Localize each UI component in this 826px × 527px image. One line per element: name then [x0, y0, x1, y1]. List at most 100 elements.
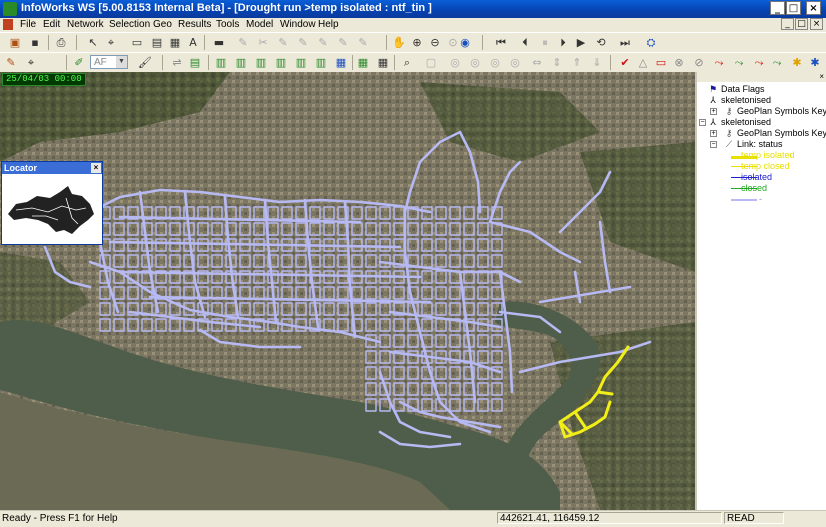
symbol-icon[interactable]: ⤳ [770, 56, 784, 69]
properties-icon[interactable]: ▤ [150, 36, 164, 49]
report-icon[interactable]: ▦ [334, 56, 348, 69]
menu-tools[interactable]: Tools [216, 19, 239, 30]
maximize-button[interactable]: □ [786, 1, 801, 15]
mdi-minimize-button[interactable]: _ [781, 18, 794, 30]
symbol-icon[interactable]: ✱ [790, 56, 804, 69]
pen-icon[interactable]: ✐ [72, 56, 86, 69]
status-mode: READ [727, 513, 755, 524]
tree-item-skeletonised[interactable]: skeletonised [721, 117, 771, 128]
menu-network[interactable]: Network [67, 19, 104, 30]
symbol-icon[interactable]: ✱ [808, 56, 822, 69]
menu-results[interactable]: Results [178, 19, 211, 30]
symbol-icon[interactable]: ⊘ [692, 56, 706, 69]
graph-icon[interactable]: ▥ [314, 56, 328, 69]
pan-hand-icon[interactable]: ✋ [392, 36, 406, 49]
edit-tool-icon: ✎ [278, 36, 288, 49]
grid-view-icon[interactable]: ▦ [376, 56, 390, 69]
menu-geo[interactable]: Geo [153, 19, 172, 30]
save-icon[interactable]: ▪ [28, 36, 42, 49]
menu-edit[interactable]: Edit [43, 19, 60, 30]
symbol-icon[interactable]: ⤳ [752, 56, 766, 69]
locator-window[interactable]: Locator × [1, 161, 103, 245]
zoom-out-icon[interactable]: ⊖ [428, 36, 442, 49]
disabled-icon: ⇕ [552, 56, 562, 69]
mdi-restore-button[interactable]: □ [795, 18, 808, 30]
tree-item-geoplan-symbols-key[interactable]: GeoPlan Symbols Key [737, 128, 826, 139]
panel-header: × [697, 72, 826, 82]
tree-item-geoplan-symbols-key[interactable]: GeoPlan Symbols Key [737, 106, 826, 117]
document-icon[interactable] [3, 19, 13, 30]
step-forward-icon[interactable]: ⏵ [556, 36, 570, 49]
polygon-select-icon[interactable]: ⌖ [104, 36, 118, 49]
geoplan-properties-panel: × ⚑ Data Flags ⅄ skeletonised + ⚷ GeoPla… [695, 72, 826, 510]
edit-tool-icon: ✎ [358, 36, 368, 49]
close-button[interactable]: × [806, 1, 821, 15]
brush-icon[interactable]: 🖌 [138, 56, 152, 69]
node-tool-icon[interactable]: ▤ [188, 56, 202, 69]
graph-icon[interactable]: ▥ [294, 56, 308, 69]
select-arrow-icon[interactable]: ↖ [86, 36, 100, 49]
edit-icon[interactable]: ✎ [4, 56, 18, 69]
legend-swatch-other [731, 199, 757, 201]
menu-file[interactable]: File [20, 19, 36, 30]
status-help-text: Ready - Press F1 for Help [2, 513, 118, 524]
zoom-in-icon[interactable]: ⊕ [410, 36, 424, 49]
tree-item-link-status[interactable]: Link: status [737, 139, 783, 150]
globe-icon[interactable]: ◉ [458, 36, 472, 49]
symbol-icon[interactable]: ⤳ [732, 56, 746, 69]
network-status-icon[interactable]: ⛭ [644, 36, 658, 49]
print-icon[interactable]: ⎙ [54, 36, 68, 49]
symbol-icon[interactable]: ⊗ [672, 56, 686, 69]
key-icon: ⚷ [725, 107, 733, 117]
menu-selection[interactable]: Selection [109, 19, 150, 30]
disabled-icon: ⇑ [572, 56, 582, 69]
geoplan-map[interactable]: 25/04/03 00:00 Locator × [0, 72, 695, 510]
tree-item-data-flags[interactable]: Data Flags [721, 84, 765, 95]
edit-link-icon: ✂ [258, 36, 268, 49]
status-bar: Ready - Press F1 for Help 442621.41, 116… [0, 510, 826, 527]
tree-item-skeletonised[interactable]: skeletonised [721, 95, 771, 106]
menu-window[interactable]: Window [280, 19, 316, 30]
loop-icon[interactable]: ⟲ [594, 36, 608, 49]
link-tool-icon[interactable]: ⇌ [170, 56, 184, 69]
fast-forward-icon[interactable]: ⏭ [618, 36, 632, 49]
text-icon[interactable]: A [186, 36, 200, 49]
label-icon[interactable]: ▭ [130, 36, 144, 49]
measure-icon[interactable]: ▬ [212, 36, 226, 49]
symbol-icon[interactable]: △ [636, 56, 650, 69]
collapse-icon[interactable]: − [699, 119, 706, 126]
pause-icon[interactable]: ⏸ [538, 36, 552, 49]
panel-close-icon[interactable]: × [819, 72, 824, 82]
find-icon[interactable]: ⌕ [400, 56, 414, 69]
menu-help[interactable]: Help [318, 19, 339, 30]
disabled-icon: ◎ [490, 56, 500, 69]
locator-close-button[interactable]: × [91, 163, 101, 173]
map-canvas[interactable] [0, 72, 695, 510]
symbol-icon[interactable]: ▭ [654, 56, 668, 69]
open-icon[interactable]: ▣ [8, 36, 22, 49]
collapse-icon[interactable]: − [710, 141, 717, 148]
graph-icon[interactable]: ▥ [234, 56, 248, 69]
minimize-button[interactable]: _ [770, 1, 785, 15]
locator-map[interactable] [2, 174, 100, 242]
disabled-icon: ▢ [425, 56, 437, 69]
mdi-close-button[interactable]: × [810, 18, 823, 30]
graph-icon[interactable]: ▥ [254, 56, 268, 69]
menu-model[interactable]: Model [246, 19, 273, 30]
locator-header: Locator × [2, 162, 102, 174]
play-icon[interactable]: ▶ [574, 36, 588, 49]
temp-isolated-link [596, 390, 614, 396]
grid-icon[interactable]: ▦ [168, 36, 182, 49]
table-icon[interactable]: ▦ [356, 56, 370, 69]
symbol-icon[interactable]: ⤳ [712, 56, 726, 69]
graph-icon[interactable]: ▥ [274, 56, 288, 69]
edit-tool-icon: ✎ [298, 36, 308, 49]
select-icon[interactable]: ⌖ [24, 56, 38, 69]
expand-icon[interactable]: + [710, 108, 717, 115]
graph-icon[interactable]: ▥ [214, 56, 228, 69]
check-icon[interactable]: ✔ [618, 56, 632, 69]
layer-combo[interactable]: AF ▼ [90, 55, 128, 69]
expand-icon[interactable]: + [710, 130, 717, 137]
rewind-start-icon[interactable]: ⏮ [494, 36, 508, 49]
step-back-icon[interactable]: ⏴ [518, 36, 532, 49]
